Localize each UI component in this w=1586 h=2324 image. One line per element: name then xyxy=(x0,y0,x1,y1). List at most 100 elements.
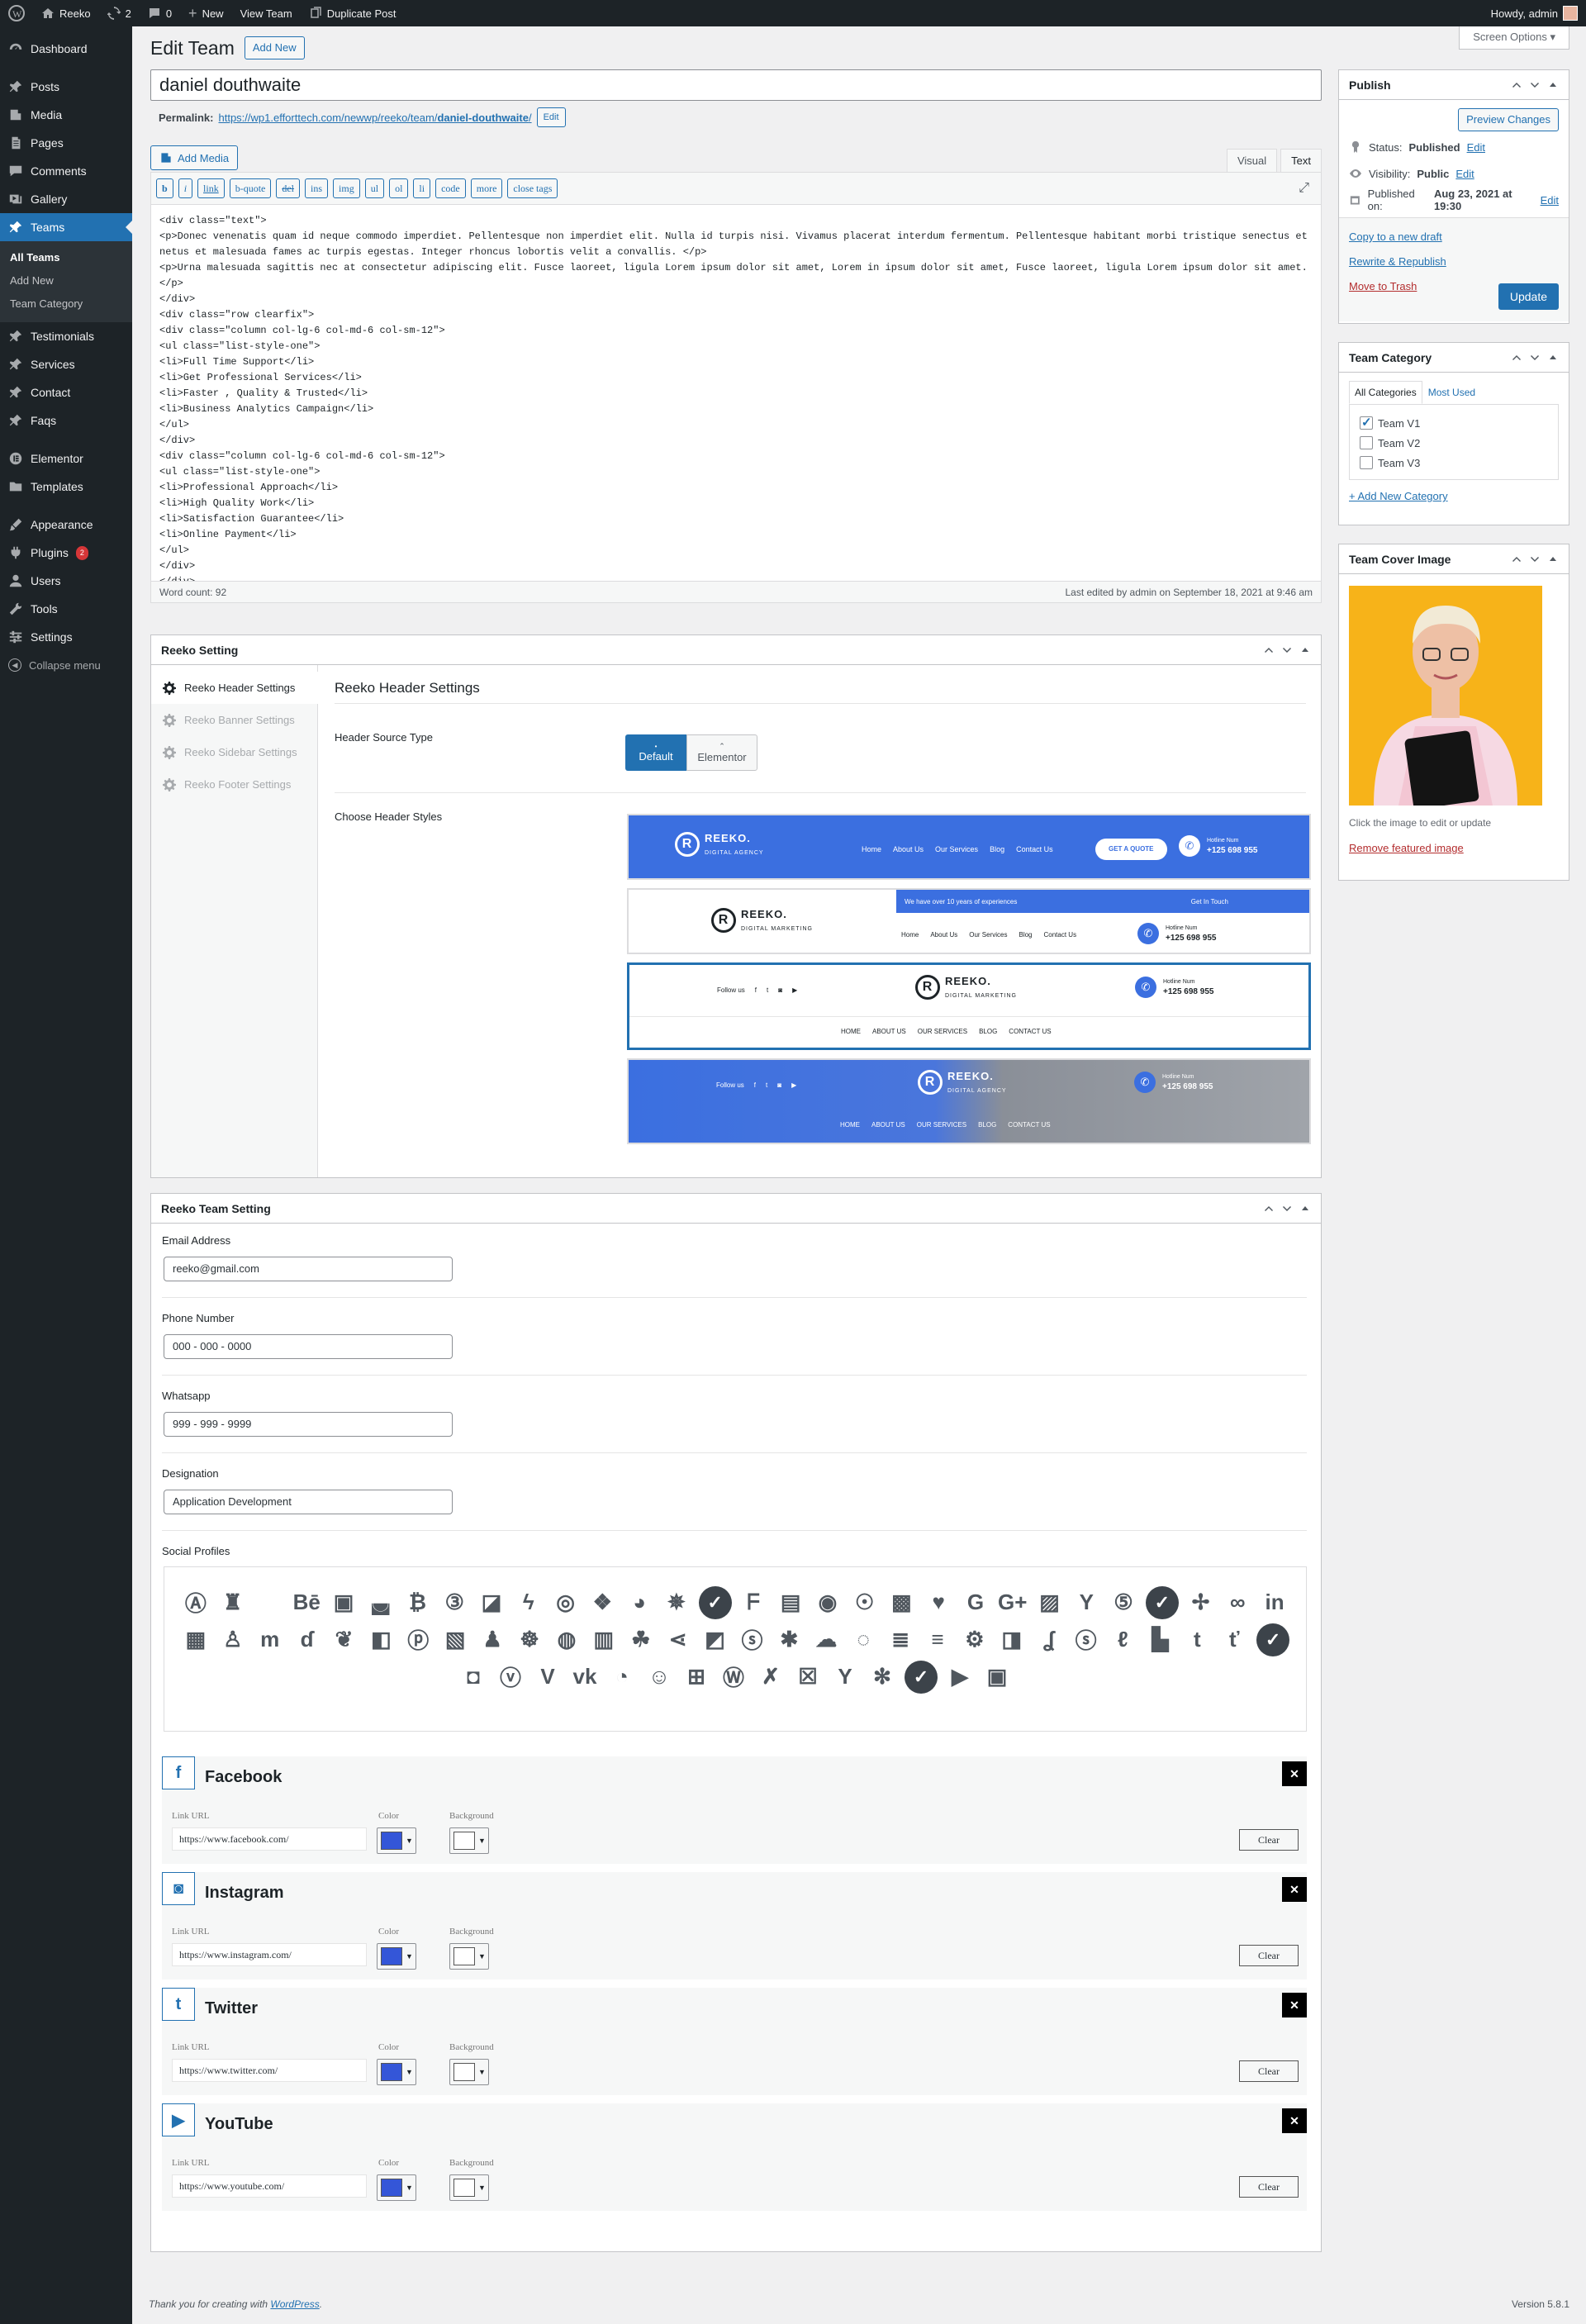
rebel-icon[interactable]: ☸ xyxy=(515,1625,544,1655)
weibo-icon[interactable]: ◔ xyxy=(607,1662,637,1692)
qt-code-button[interactable]: code xyxy=(435,178,466,198)
pied-piper-icon[interactable]: ◧ xyxy=(366,1625,396,1655)
category-item[interactable]: Team V2 xyxy=(1360,433,1548,453)
steam-square-icon[interactable]: ◨ xyxy=(997,1625,1027,1655)
foursquare-icon[interactable]: ᖴ xyxy=(739,1588,769,1618)
slack-icon[interactable]: ✱ xyxy=(774,1625,804,1655)
share-alt-icon[interactable]: ⋖ xyxy=(663,1625,693,1655)
qt-ul-button[interactable]: ul xyxy=(364,178,385,198)
color-picker[interactable]: ▼ xyxy=(377,1943,416,1970)
nav-banner-settings[interactable]: Reeko Banner Settings xyxy=(151,704,317,736)
permalink-edit-button[interactable]: Edit xyxy=(536,107,566,127)
menu-media[interactable]: Media xyxy=(0,101,132,129)
google-icon[interactable]: G xyxy=(961,1588,990,1618)
github-square-icon[interactable]: ▩ xyxy=(887,1588,917,1618)
delicious-icon[interactable]: ◪ xyxy=(477,1588,506,1618)
remove-featured-image-link[interactable]: Remove featured image xyxy=(1349,842,1464,854)
add-new-button[interactable]: Add New xyxy=(244,36,305,59)
submenu-team-category[interactable]: Team Category xyxy=(0,292,132,316)
move-up-icon[interactable] xyxy=(1511,79,1522,91)
background-picker[interactable]: ▼ xyxy=(449,1827,489,1854)
qt-ol-button[interactable]: ol xyxy=(389,178,409,198)
steam-icon[interactable]: ⚙ xyxy=(960,1625,990,1655)
clear-button[interactable]: Clear xyxy=(1239,2060,1299,2082)
copy-draft-link[interactable]: Copy to a new draft xyxy=(1349,230,1442,243)
pagelines-icon[interactable]: ❦ xyxy=(330,1625,359,1655)
xing-icon[interactable]: ✗ xyxy=(756,1662,786,1692)
stumbleupon-icon[interactable]: ʆ xyxy=(1034,1625,1064,1655)
menu-elementor[interactable]: Elementor xyxy=(0,444,132,473)
rewrite-republish-link[interactable]: Rewrite & Republish xyxy=(1349,255,1446,268)
edit-status-link[interactable]: Edit xyxy=(1467,141,1485,154)
designation-field[interactable]: Application Development xyxy=(164,1490,453,1514)
empire-icon[interactable]: ✵ xyxy=(662,1588,691,1618)
content-textarea[interactable]: <div class="text"> <p>Donec venenatis qu… xyxy=(150,205,1322,582)
add-new-category-link[interactable]: + Add New Category xyxy=(1349,490,1448,502)
linkedin-square-icon[interactable]: ▦ xyxy=(181,1625,211,1655)
html5-icon[interactable]: ⑤ xyxy=(1109,1588,1138,1618)
background-picker[interactable]: ▼ xyxy=(449,2059,489,2085)
weixin-icon[interactable]: ☺ xyxy=(644,1662,674,1692)
wp-logo-menu[interactable]: W xyxy=(0,0,33,26)
youtube-play-icon[interactable]: ▶ xyxy=(945,1662,975,1692)
android-icon[interactable]: ♜ xyxy=(218,1588,248,1618)
header-style-1[interactable]: R REEKO. DIGITAL AGENCY Home About Us Our Se… xyxy=(627,814,1311,880)
menu-teams[interactable]: Teams xyxy=(0,213,132,241)
menu-dashboard[interactable]: Dashboard xyxy=(0,35,132,63)
tumblr-icon[interactable]: t xyxy=(1182,1625,1212,1655)
jsfiddle-icon[interactable]: ∞ xyxy=(1223,1588,1252,1618)
remove-profile-button[interactable]: ✕ xyxy=(1282,1993,1307,2017)
color-picker[interactable]: ▼ xyxy=(377,2174,416,2201)
background-picker[interactable]: ▼ xyxy=(449,1943,489,1970)
google-plus-icon[interactable]: G+ xyxy=(998,1588,1028,1618)
selected-check-icon[interactable]: ✓ xyxy=(1145,1585,1179,1619)
windows-icon[interactable]: ⊞ xyxy=(681,1662,711,1692)
header-style-2[interactable]: R REEKO. DIGITAL MARKETING We have over 10… xyxy=(627,888,1311,954)
menu-gallery[interactable]: Gallery xyxy=(0,185,132,213)
behance-square-icon[interactable]: ▣ xyxy=(329,1588,359,1618)
tab-all-categories[interactable]: All Categories xyxy=(1349,381,1422,404)
twitter-square-icon[interactable]: ◘ xyxy=(458,1662,488,1692)
tumblr-square-icon[interactable]: ť xyxy=(1219,1625,1249,1655)
category-item[interactable]: Team V3 xyxy=(1360,453,1548,473)
toggle-panel-icon[interactable] xyxy=(1299,644,1311,656)
bitbucket-icon[interactable]: ◛ xyxy=(366,1588,396,1618)
yelp-icon[interactable]: ✻ xyxy=(867,1662,897,1692)
qt-blockquote-button[interactable]: b-quote xyxy=(229,178,272,198)
qt-more-button[interactable]: more xyxy=(470,178,503,198)
toggle-panel-icon[interactable] xyxy=(1299,1203,1311,1214)
category-checkbox[interactable] xyxy=(1360,415,1373,430)
source-elementor-button[interactable]: ⌃ Elementor xyxy=(686,734,757,771)
github-icon[interactable]: ◉ xyxy=(813,1588,843,1618)
link-url-input[interactable]: https://www.facebook.com/ xyxy=(172,1827,367,1851)
submenu-all-teams[interactable]: All Teams xyxy=(0,246,132,269)
menu-tools[interactable]: Tools xyxy=(0,595,132,623)
menu-contact[interactable]: Contact xyxy=(0,378,132,406)
category-item[interactable]: Team V1 xyxy=(1360,413,1548,433)
youtube-square-icon[interactable]: ▣ xyxy=(982,1662,1012,1692)
move-up-icon[interactable] xyxy=(1511,352,1522,364)
remove-profile-button[interactable]: ✕ xyxy=(1282,1877,1307,1902)
pinterest-icon[interactable]: ⓟ xyxy=(403,1625,433,1655)
menu-appearance[interactable]: Appearance xyxy=(0,511,132,539)
soundcloud-icon[interactable]: ☁ xyxy=(811,1625,841,1655)
move-down-icon[interactable] xyxy=(1529,79,1541,91)
tab-most-used[interactable]: Most Used xyxy=(1422,381,1481,404)
linux-icon[interactable]: ♙ xyxy=(218,1625,248,1655)
qt-ins-button[interactable]: ins xyxy=(305,178,329,198)
reddit-square-icon[interactable]: ▥ xyxy=(589,1625,619,1655)
menu-templates[interactable]: Templates xyxy=(0,473,132,501)
move-down-icon[interactable] xyxy=(1529,554,1541,565)
link-url-input[interactable]: https://www.instagram.com/ xyxy=(172,1943,367,1966)
move-down-icon[interactable] xyxy=(1281,1203,1293,1214)
yahoo-icon[interactable]: Y xyxy=(830,1662,860,1692)
fullscreen-icon[interactable]: ⤢ xyxy=(1299,181,1309,196)
vk-icon[interactable]: vk xyxy=(570,1662,600,1692)
renren-icon[interactable]: ☘ xyxy=(626,1625,656,1655)
git-square-icon[interactable]: ▤ xyxy=(776,1588,805,1618)
collapse-menu-button[interactable]: ◀ Collapse menu xyxy=(0,651,132,679)
comments-link[interactable]: 0 xyxy=(140,0,180,26)
stack-overflow-icon[interactable]: ≡ xyxy=(923,1625,952,1655)
move-to-trash-link[interactable]: Move to Trash xyxy=(1349,280,1417,292)
edit-date-link[interactable]: Edit xyxy=(1541,194,1559,207)
